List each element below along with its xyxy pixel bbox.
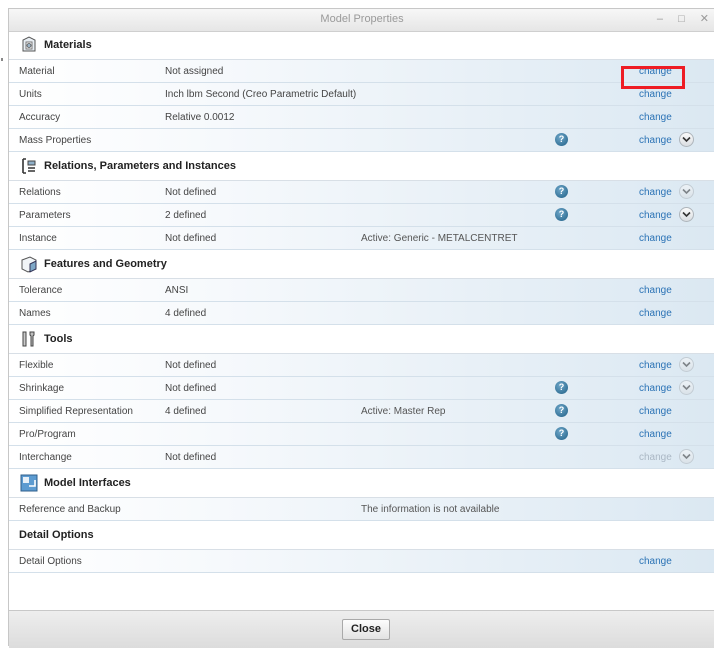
chevron-down-icon[interactable]: [679, 132, 694, 147]
section-title: Features and Geometry: [44, 258, 167, 270]
dialog-footer: Close: [9, 610, 714, 648]
property-value: Not defined: [165, 359, 217, 371]
property-label: Relations: [19, 186, 61, 198]
property-row-names: Names 4 defined change: [9, 302, 714, 325]
property-value: Inch lbm Second (Creo Parametric Default…: [165, 88, 357, 100]
change-link[interactable]: change: [639, 383, 672, 394]
edge-mark: [1, 58, 3, 61]
window-controls[interactable]: – □ ✕: [657, 12, 714, 25]
dialog-title: Model Properties: [320, 13, 404, 25]
section-title: Tools: [44, 333, 73, 345]
chevron-down-icon[interactable]: [679, 380, 694, 395]
features-icon: [19, 254, 39, 274]
section-title: Materials: [44, 39, 92, 51]
property-value: ANSI: [165, 284, 189, 296]
property-label: Names: [19, 307, 51, 319]
property-row-simplified-representation: Simplified Representation 4 defined Active…: [9, 400, 714, 423]
property-value: Not defined: [165, 186, 217, 198]
model-interfaces-icon: [19, 473, 39, 493]
change-link[interactable]: change: [639, 112, 672, 123]
help-icon[interactable]: ?: [555, 185, 568, 198]
property-row-detail-options: Detail Options change: [9, 550, 714, 573]
property-row-material: Material Not assigned change: [9, 60, 714, 83]
property-label: Detail Options: [19, 555, 82, 567]
chevron-down-icon[interactable]: [679, 449, 694, 464]
help-icon[interactable]: ?: [555, 381, 568, 394]
help-icon[interactable]: ?: [555, 404, 568, 417]
property-status: Active: Master Rep: [361, 405, 446, 417]
property-row-reference-and-backup: Reference and Backup The information is n…: [9, 498, 714, 521]
property-status: Active: Generic - METALCENTRET: [361, 232, 518, 244]
chevron-down-icon[interactable]: [679, 207, 694, 222]
section-header-materials: Materials: [9, 31, 714, 60]
property-value: 4 defined: [165, 405, 207, 417]
property-value: Not defined: [165, 232, 217, 244]
property-row-mass-properties: Mass Properties? change: [9, 129, 714, 152]
property-value: 4 defined: [165, 307, 207, 319]
property-row-tolerance: Tolerance ANSI change: [9, 279, 714, 302]
materials-icon: [19, 35, 39, 55]
property-row-accuracy: Accuracy Relative 0.0012 change: [9, 106, 714, 129]
title-bar: Model Properties – □ ✕: [9, 9, 714, 32]
properties-list: Materials Material Not assigned change Units…: [9, 31, 714, 573]
property-row-pro-program: Pro/Program? change: [9, 423, 714, 446]
property-value: Not defined: [165, 382, 217, 394]
property-row-flexible: Flexible Not defined change: [9, 354, 714, 377]
property-row-parameters: Parameters 2 defined? change: [9, 204, 714, 227]
relations-icon: [19, 156, 39, 176]
help-icon[interactable]: ?: [555, 208, 568, 221]
change-link[interactable]: change: [639, 135, 672, 146]
help-icon[interactable]: ?: [555, 427, 568, 440]
change-link[interactable]: change: [639, 429, 672, 440]
close-button[interactable]: Close: [342, 619, 390, 640]
section-header-model-interfaces: Model Interfaces: [9, 469, 714, 498]
help-icon[interactable]: ?: [555, 133, 568, 146]
change-link[interactable]: change: [639, 285, 672, 296]
chevron-down-icon[interactable]: [679, 184, 694, 199]
tools-icon: [19, 329, 39, 349]
section-title: Detail Options: [19, 529, 94, 541]
change-link[interactable]: change: [639, 406, 672, 417]
property-label: Tolerance: [19, 284, 63, 296]
property-label: Mass Properties: [19, 134, 92, 146]
property-value: Not assigned: [165, 65, 224, 77]
change-link[interactable]: change: [639, 360, 672, 371]
property-status: The information is not available: [361, 503, 500, 515]
property-label: Flexible: [19, 359, 54, 371]
property-row-units: Units Inch lbm Second (Creo Parametric De…: [9, 83, 714, 106]
property-label: Instance: [19, 232, 57, 244]
property-label: Reference and Backup: [19, 503, 121, 515]
change-link[interactable]: change: [639, 233, 672, 244]
change-link[interactable]: change: [639, 556, 672, 567]
property-row-shrinkage: Shrinkage Not defined? change: [9, 377, 714, 400]
property-value: Relative 0.0012: [165, 111, 235, 123]
change-link[interactable]: change: [639, 187, 672, 198]
property-label: Interchange: [19, 451, 72, 463]
section-title: Model Interfaces: [44, 477, 131, 489]
property-label: Simplified Representation: [19, 405, 133, 417]
property-label: Pro/Program: [19, 428, 76, 440]
model-properties-dialog: Model Properties – □ ✕ Materials Material…: [8, 8, 714, 648]
material-change-highlight: [621, 66, 685, 89]
change-link[interactable]: change: [639, 89, 672, 100]
property-row-interchange: Interchange Not defined change: [9, 446, 714, 469]
section-header-relations-parameters-and-instances: Relations, Parameters and Instances: [9, 152, 714, 181]
chevron-down-icon[interactable]: [679, 357, 694, 372]
change-link: change: [639, 451, 672, 463]
property-label: Units: [19, 88, 42, 100]
property-label: Accuracy: [19, 111, 61, 123]
change-link[interactable]: change: [639, 308, 672, 319]
section-header-tools: Tools: [9, 325, 714, 354]
section-header-detail-options: Detail Options: [9, 521, 714, 550]
section-header-features-and-geometry: Features and Geometry: [9, 250, 714, 279]
property-label: Shrinkage: [19, 382, 65, 394]
property-value: 2 defined: [165, 209, 207, 221]
change-link[interactable]: change: [639, 210, 672, 221]
section-title: Relations, Parameters and Instances: [44, 160, 236, 172]
property-row-relations: Relations Not defined? change: [9, 181, 714, 204]
property-value: Not defined: [165, 451, 217, 463]
property-row-instance: Instance Not defined Active: Generic - MET…: [9, 227, 714, 250]
property-label: Material: [19, 65, 55, 77]
property-label: Parameters: [19, 209, 71, 221]
